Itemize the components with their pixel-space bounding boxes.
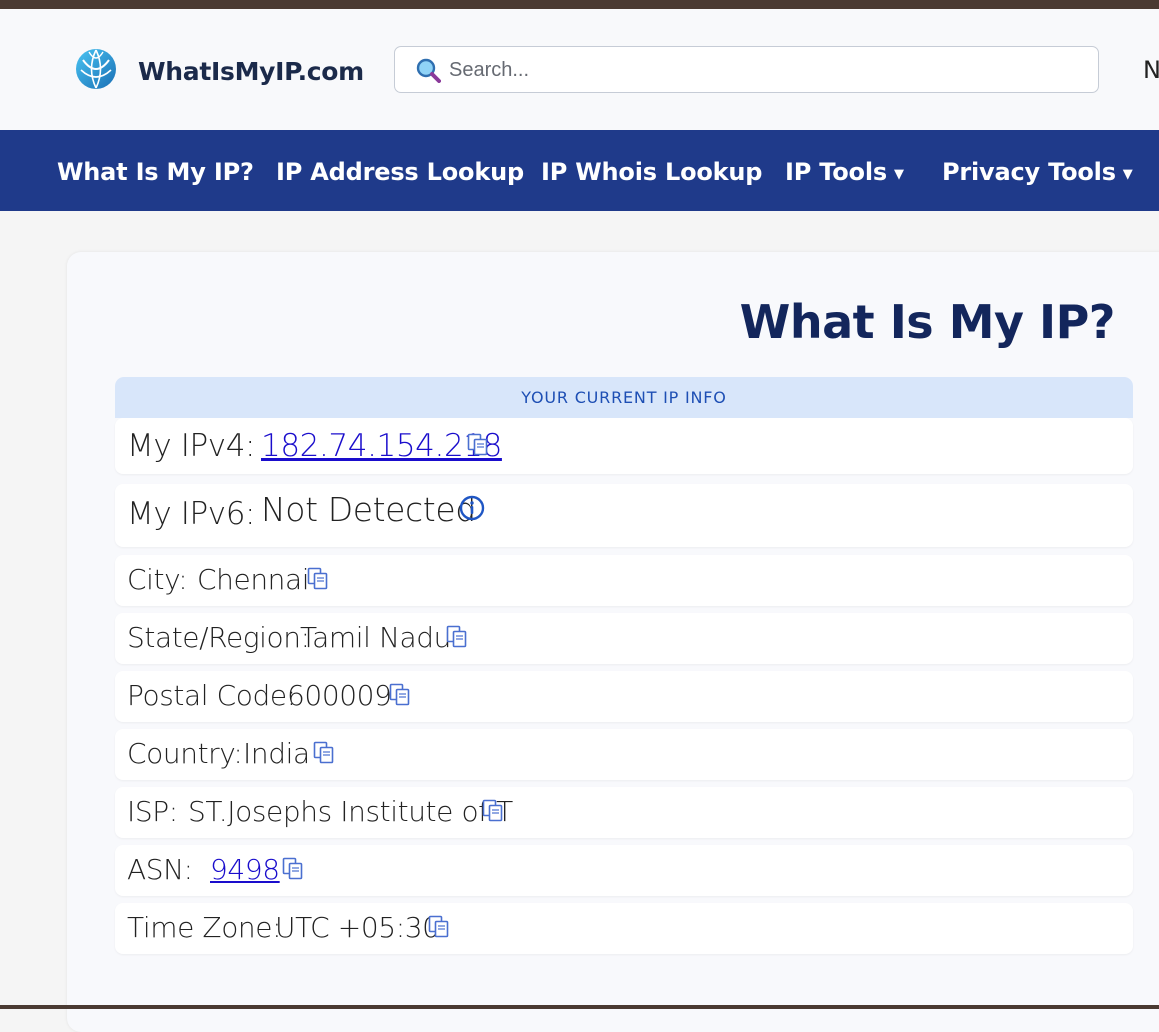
copy-icon[interactable] <box>427 914 451 938</box>
row-asn: ASN: 9498 <box>115 845 1133 896</box>
state-label: State/Region: <box>127 621 310 654</box>
timezone-label: Time Zone: <box>127 911 282 944</box>
postal-value: 600009 <box>287 679 392 712</box>
isp-label: ISP: <box>127 795 178 828</box>
copy-icon[interactable] <box>445 624 469 648</box>
row-ipv4: My IPv4: 182.74.154.218 <box>115 418 1133 474</box>
ipv6-value: Not Detected <box>261 490 476 529</box>
row-city: City: Chennai <box>115 555 1133 606</box>
copy-icon[interactable] <box>306 566 330 590</box>
site-header: WhatIsMyIP.com N <box>0 9 1159 130</box>
globe-logo-icon[interactable] <box>75 48 117 90</box>
row-isp: ISP: ST.Josephs Institute of T <box>115 787 1133 838</box>
copy-icon[interactable] <box>312 740 336 764</box>
search-icon <box>416 58 441 83</box>
copy-icon[interactable] <box>388 682 412 706</box>
site-logo-text[interactable]: WhatIsMyIP.com <box>138 57 364 86</box>
ipv4-label: My IPv4: <box>127 428 256 464</box>
timezone-value: UTC +05:30 <box>275 911 440 944</box>
city-value: Chennai <box>197 563 310 596</box>
nav-what-is-my-ip[interactable]: What Is My IP? <box>57 158 254 186</box>
info-icon[interactable] <box>459 495 485 521</box>
nav-label: What Is My IP? <box>57 158 254 186</box>
city-label: City: <box>127 563 188 596</box>
caret-down-icon: ▼ <box>1122 167 1133 182</box>
country-value: India <box>243 737 310 770</box>
search-input[interactable] <box>449 55 1069 85</box>
header-nav-link-partial[interactable]: N <box>1143 56 1159 84</box>
isp-value: ST.Josephs Institute of T <box>188 795 513 828</box>
info-section-header: YOUR CURRENT IP INFO <box>115 377 1133 418</box>
copy-icon[interactable] <box>466 432 490 456</box>
copy-icon[interactable] <box>481 798 505 822</box>
copy-icon[interactable] <box>281 856 305 880</box>
browser-top-strip <box>0 0 1159 9</box>
nav-label: IP Address Lookup <box>276 158 524 186</box>
row-postal-code: Postal Code: 600009 <box>115 671 1133 722</box>
main-navbar: What Is My IP? IP Address Lookup IP Whoi… <box>0 130 1159 211</box>
nav-privacy-tools-dropdown[interactable]: Privacy Tools ▼ <box>942 158 1133 186</box>
nav-ip-whois-lookup[interactable]: IP Whois Lookup <box>541 158 762 186</box>
nav-label: IP Tools <box>785 158 887 186</box>
browser-bottom-strip <box>0 1005 1159 1009</box>
nav-label: IP Whois Lookup <box>541 158 763 186</box>
nav-ip-address-lookup[interactable]: IP Address Lookup <box>276 158 524 186</box>
asn-value-link[interactable]: 9498 <box>210 853 280 886</box>
nav-label: Privacy Tools <box>942 158 1116 186</box>
postal-label: Postal Code: <box>127 679 296 712</box>
ipv6-label: My IPv6: <box>127 496 256 532</box>
row-time-zone: Time Zone: UTC +05:30 <box>115 903 1133 954</box>
row-state-region: State/Region: Tamil Nadu <box>115 613 1133 664</box>
row-country: Country: India <box>115 729 1133 780</box>
search-box[interactable] <box>394 46 1099 93</box>
asn-label: ASN: <box>127 853 193 886</box>
page-title: What Is My IP? <box>739 295 1116 349</box>
nav-ip-tools-dropdown[interactable]: IP Tools ▼ <box>785 158 904 186</box>
country-label: Country: <box>127 737 243 770</box>
caret-down-icon: ▼ <box>893 167 904 182</box>
row-ipv6: My IPv6: Not Detected <box>115 484 1133 547</box>
state-value: Tamil Nadu <box>300 621 451 654</box>
